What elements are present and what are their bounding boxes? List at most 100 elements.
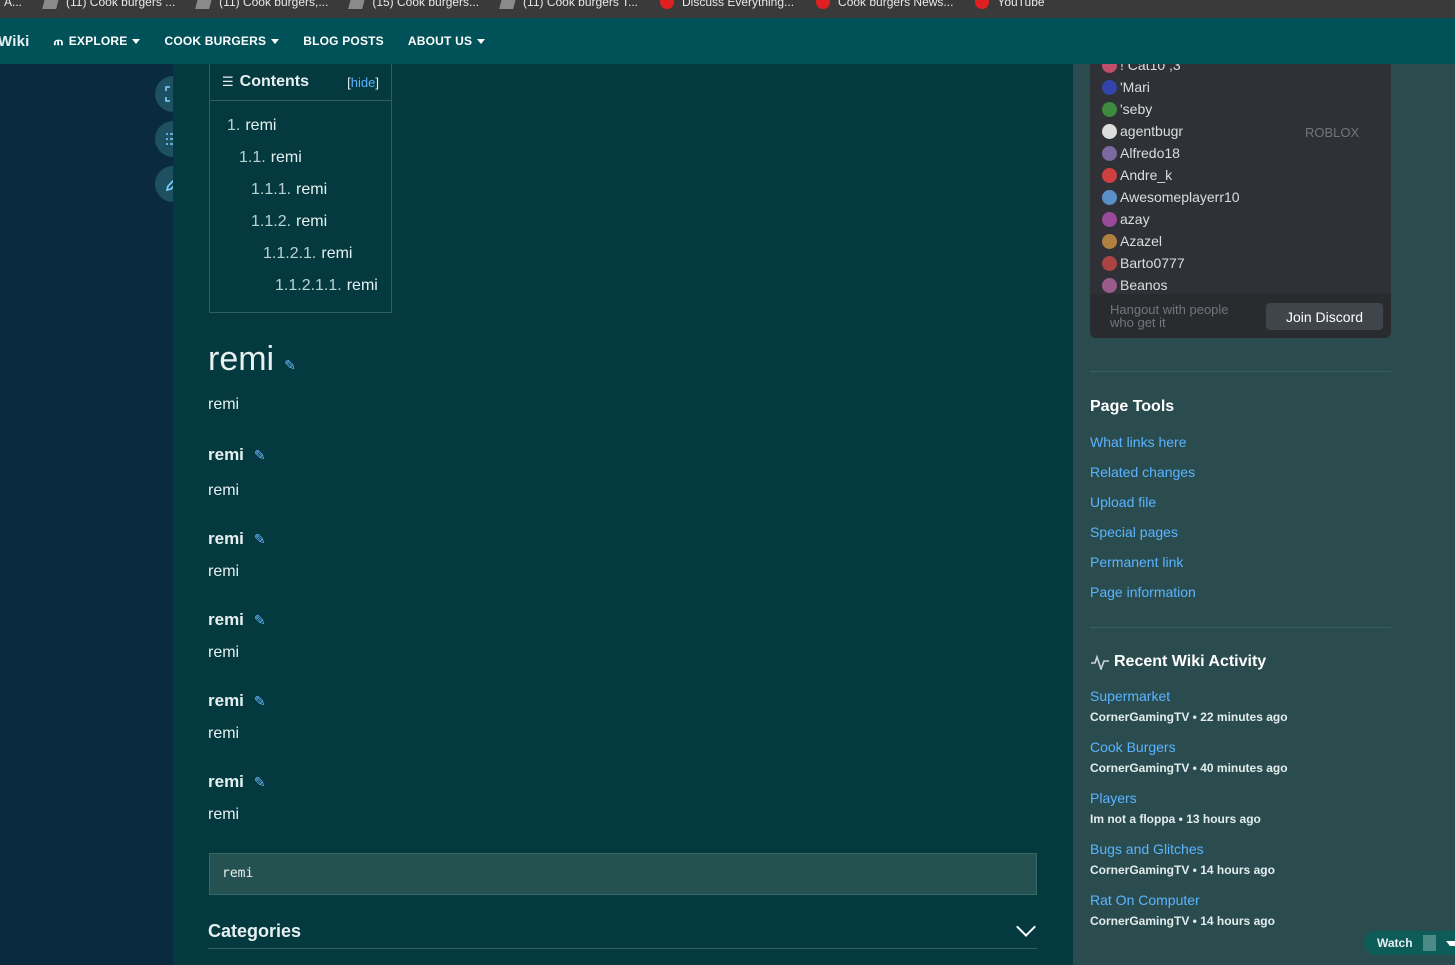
table-of-contents: ☰ Contents [hide] 1. remi 1.1. remi 1.1.1.…	[209, 64, 392, 313]
watch-button[interactable]: Watch	[1364, 931, 1455, 955]
edit-section-icon[interactable]: ✎	[254, 774, 266, 790]
page-icon	[42, 0, 60, 9]
link-special-pages[interactable]: Special pages	[1090, 524, 1178, 540]
discord-member[interactable]: Alfredo18	[1102, 145, 1180, 161]
bookmark-label: (11) Cook burgers ...	[66, 0, 176, 9]
caret-down-icon	[477, 38, 486, 44]
edit-section-icon[interactable]: ✎	[284, 357, 296, 373]
section-heading: remi ✎	[208, 772, 266, 792]
member-name: Awesomeplayerr10	[1120, 189, 1240, 205]
youtube-icon	[975, 0, 990, 9]
section-heading: remi ✎	[208, 610, 266, 630]
bookmark-label: (11) Cook burgers,...	[219, 0, 329, 9]
toc-item[interactable]: 1.1.2. remi	[251, 213, 327, 231]
section-heading: remi ✎	[208, 445, 266, 465]
discord-tagline: Hangout with people who get it	[1110, 302, 1229, 330]
toc-title: Contents	[239, 73, 309, 90]
recent-activity-title: Recent Wiki Activity	[1114, 653, 1267, 670]
edit-section-icon[interactable]: ✎	[254, 531, 266, 547]
bookmark-6[interactable]: Cook burgers News...	[816, 0, 953, 9]
toc-item[interactable]: 1.1.2.1. remi	[263, 245, 352, 263]
discord-member[interactable]: Azazel	[1102, 233, 1162, 249]
bookmark-2[interactable]: (11) Cook burgers,...	[195, 0, 329, 9]
link-permanent-link[interactable]: Permanent link	[1090, 554, 1183, 570]
activity-link[interactable]: Bugs and Glitches	[1090, 841, 1204, 857]
divider	[1090, 627, 1391, 628]
discord-member[interactable]: Awesomeplayerr10	[1102, 189, 1240, 205]
toc-item[interactable]: 1.1.2.1.1. remi	[275, 277, 378, 295]
categories-toggle[interactable]: Categories	[208, 914, 1037, 949]
edit-section-icon[interactable]: ✎	[254, 447, 266, 463]
edit-section-icon[interactable]: ✎	[254, 612, 266, 628]
avatar	[1102, 145, 1117, 161]
bookmarks-bar: A... (11) Cook burgers ... (11) Cook bur…	[0, 0, 1455, 18]
discord-member[interactable]: 'Mari	[1102, 79, 1150, 95]
nav-about-us[interactable]: ABOUT US	[407, 34, 486, 48]
link-page-information[interactable]: Page information	[1090, 584, 1196, 600]
section-heading-text: remi	[208, 772, 244, 791]
nav-explore[interactable]: ጠ EXPLORE	[54, 34, 141, 49]
toc-header: ☰ Contents [hide]	[210, 64, 391, 101]
toc-item[interactable]: 1.1. remi	[239, 149, 302, 167]
toc-hide-toggle[interactable]: [hide]	[347, 75, 379, 90]
bookmark-label: (15) Cook burgers...	[372, 0, 480, 9]
nav-cook-burgers[interactable]: COOK BURGERS	[164, 34, 280, 48]
link-related-changes[interactable]: Related changes	[1090, 464, 1195, 480]
bookmark-label: YouTube	[997, 0, 1045, 9]
discord-member[interactable]: Andre_k	[1102, 167, 1172, 183]
member-name: agentbugr	[1120, 123, 1184, 139]
bookmark-0[interactable]: A...	[4, 0, 22, 9]
toc-label: remi	[270, 149, 302, 166]
bookmark-1[interactable]: (11) Cook burgers ...	[42, 0, 176, 9]
explore-icon: ጠ	[53, 33, 64, 48]
avatar	[1102, 79, 1117, 95]
discord-member[interactable]: ! Cat10 ;3	[1102, 64, 1181, 73]
member-name: 'seby	[1120, 101, 1153, 117]
activity-link[interactable]: Rat On Computer	[1090, 892, 1200, 908]
activity-meta: CornerGamingTV • 14 hours ago	[1090, 914, 1275, 928]
nav-cook-burgers-label: COOK BURGERS	[164, 34, 267, 48]
divider	[1090, 371, 1391, 372]
paragraph: remi	[208, 806, 240, 823]
wiki-brand[interactable]: Wiki	[0, 33, 30, 50]
bookmark-label: A...	[4, 0, 23, 9]
paragraph: remi	[208, 482, 240, 499]
nav-about-us-label: ABOUT US	[407, 34, 473, 48]
nav-blog-posts-label: BLOG POSTS	[303, 34, 384, 48]
toc-item[interactable]: 1.1.1. remi	[251, 181, 327, 199]
toc-hide-link[interactable]: hide	[351, 75, 376, 90]
caret-down-icon[interactable]	[1445, 940, 1455, 946]
discord-member[interactable]: Beanos	[1102, 277, 1167, 293]
discord-member[interactable]: 'seby	[1102, 101, 1153, 117]
nav-blog-posts[interactable]: BLOG POSTS	[303, 34, 384, 48]
toc-number: 1.1.1.	[251, 181, 292, 198]
section-heading-text: remi	[208, 445, 244, 464]
bookmark-7[interactable]: YouTube	[975, 0, 1045, 9]
chevron-down-icon	[1016, 917, 1036, 937]
paragraph: remi	[208, 563, 240, 580]
discord-member[interactable]: Barto0777	[1102, 255, 1185, 271]
discord-member[interactable]: agentbugr	[1102, 123, 1184, 139]
activity-link[interactable]: Cook Burgers	[1090, 739, 1176, 755]
bookmark-label: (11) Cook burgers T...	[523, 0, 638, 9]
toc-number: 1.	[227, 117, 241, 134]
toc-item[interactable]: 1. remi	[227, 117, 276, 135]
page-title-text: remi	[208, 340, 275, 378]
member-name: Alfredo18	[1120, 145, 1180, 161]
right-rail: ! Cat10 ;3 'Mari 'seby agentbugr Alfredo…	[1073, 64, 1455, 965]
link-what-links-here[interactable]: What links here	[1090, 434, 1186, 450]
bookmark-label: Cook burgers News...	[838, 0, 954, 9]
bookmark-4[interactable]: (11) Cook burgers T...	[499, 0, 638, 9]
pin-icon	[659, 0, 674, 9]
avatar	[1102, 189, 1117, 205]
edit-section-icon[interactable]: ✎	[254, 693, 266, 709]
toc-number: 1.1.2.1.	[263, 245, 317, 262]
link-upload-file[interactable]: Upload file	[1090, 494, 1156, 510]
discord-member[interactable]: azay	[1102, 211, 1150, 227]
activity-link[interactable]: Players	[1090, 790, 1137, 806]
activity-meta: Im not a floppa • 13 hours ago	[1090, 812, 1261, 826]
bookmark-5[interactable]: Discuss Everything...	[659, 0, 794, 9]
join-discord-button[interactable]: Join Discord	[1266, 303, 1383, 330]
activity-link[interactable]: Supermarket	[1090, 688, 1170, 704]
bookmark-3[interactable]: (15) Cook burgers...	[348, 0, 480, 9]
